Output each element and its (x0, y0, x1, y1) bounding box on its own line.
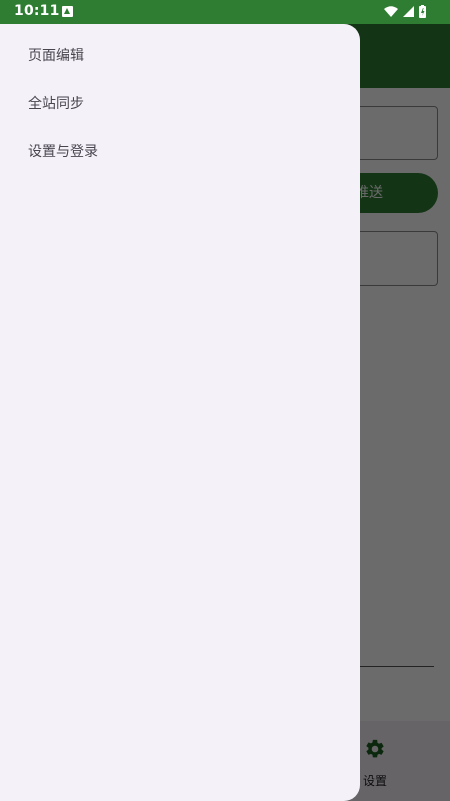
navigation-drawer: 页面编辑 全站同步 设置与登录 (0, 24, 360, 801)
status-icons (384, 5, 436, 19)
status-time: 10:11 (14, 3, 60, 19)
cell-signal-icon (403, 6, 414, 17)
screen: 10:11 推送 (0, 0, 450, 801)
download-a-icon (62, 6, 73, 17)
drawer-item-settings-login[interactable]: 设置与登录 (0, 128, 360, 176)
wifi-icon (384, 6, 398, 17)
drawer-item-page-edit[interactable]: 页面编辑 (0, 32, 360, 80)
battery-charging-icon (419, 5, 426, 18)
status-bar: 10:11 (0, 0, 450, 24)
drawer-item-site-sync[interactable]: 全站同步 (0, 80, 360, 128)
